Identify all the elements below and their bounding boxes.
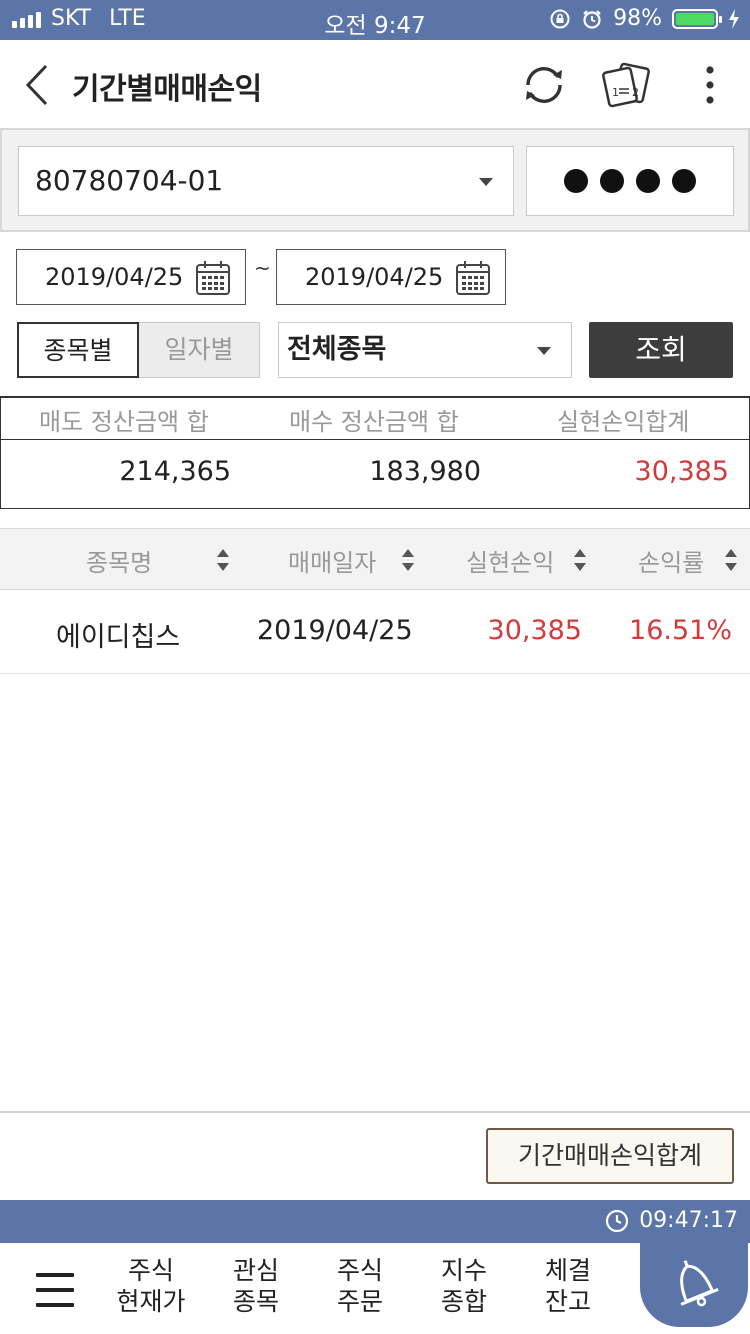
- column-header-date[interactable]: 매매일자: [288, 543, 376, 578]
- nav-item-stock-price[interactable]: 주식 현재가: [101, 1255, 201, 1317]
- date-from-field[interactable]: 2019/04/25: [16, 249, 246, 305]
- row-pnl-rate: 16.51%: [629, 615, 732, 646]
- rotation-lock-icon: [550, 9, 570, 28]
- menu-icon-bar: [36, 1288, 74, 1292]
- summary-header-row: 매도 정산금액 합 매수 정산금액 합 실현손익합계: [1, 398, 749, 440]
- app-header: 기간별매매손익 1 2: [0, 40, 750, 128]
- menu-icon-bar: [36, 1303, 74, 1307]
- clock-bar: 09:47:17: [0, 1200, 750, 1243]
- search-button[interactable]: 조회: [589, 322, 733, 378]
- row-realized-pnl: 30,385: [487, 615, 582, 646]
- nav-item-label: 잔고: [544, 1287, 591, 1316]
- nav-item-index[interactable]: 지수 종합: [414, 1255, 514, 1317]
- tab-by-date[interactable]: 일자별: [138, 322, 260, 378]
- table-header: 종목명 매매일자 실현손익 손익률: [0, 528, 750, 590]
- nav-item-watchlist[interactable]: 관심 종목: [206, 1255, 306, 1317]
- menu-icon-bar: [36, 1273, 74, 1277]
- status-bar: SKT LTE 오전 9:47 98%: [0, 0, 750, 40]
- date-from-value: 2019/04/25: [45, 263, 184, 291]
- nav-item-balance[interactable]: 체결 잔고: [518, 1255, 618, 1317]
- password-field[interactable]: [526, 146, 734, 216]
- account-select[interactable]: 80780704-01: [18, 146, 514, 216]
- menu-button[interactable]: [36, 1273, 74, 1307]
- summary-sell-total: 214,365: [119, 456, 231, 487]
- nav-item-label: 종목: [232, 1287, 279, 1316]
- back-icon: [25, 64, 48, 106]
- period-total-button[interactable]: 기간매매손익합계: [486, 1128, 734, 1184]
- sort-icon[interactable]: [724, 547, 738, 573]
- alarm-icon: [583, 9, 601, 29]
- nav-item-label: 종합: [440, 1287, 487, 1316]
- nav-item-label: 주문: [336, 1287, 383, 1316]
- row-trade-date: 2019/04/25: [257, 615, 413, 646]
- cards-icon: 1 2: [602, 62, 650, 108]
- alert-button[interactable]: [640, 1243, 748, 1327]
- date-to-value: 2019/04/25: [305, 263, 444, 291]
- summary-buy-total: 183,980: [369, 456, 481, 487]
- nav-item-stock-order[interactable]: 주식 주문: [310, 1255, 410, 1317]
- back-button[interactable]: [18, 62, 58, 108]
- calendar-icon[interactable]: [195, 260, 231, 296]
- table-row[interactable]: 에이디칩스 2019/04/25 30,385 16.51%: [0, 591, 750, 674]
- clock-time: 09:47:17: [639, 1208, 738, 1233]
- chevron-down-icon: [537, 347, 551, 355]
- battery-percent: 98%: [613, 6, 662, 31]
- column-header-pnl[interactable]: 실현손익: [466, 543, 554, 578]
- sort-icon[interactable]: [573, 547, 587, 573]
- date-range-separator: ~: [254, 256, 271, 280]
- more-vertical-icon: [706, 66, 714, 104]
- page-title: 기간별매매손익: [72, 72, 262, 107]
- summary-realized-total: 30,385: [634, 456, 729, 487]
- column-header-rate[interactable]: 손익률: [638, 543, 704, 578]
- svg-text:2: 2: [632, 86, 639, 99]
- refresh-button[interactable]: [518, 60, 570, 110]
- password-dot: [600, 169, 624, 193]
- refresh-icon: [526, 67, 562, 103]
- nav-item-label: 주식: [127, 1256, 174, 1285]
- password-dot: [672, 169, 696, 193]
- date-to-field[interactable]: 2019/04/25: [276, 249, 506, 305]
- summary-header-sell: 매도 정산금액 합: [39, 408, 209, 436]
- account-switch-button[interactable]: 1 2: [600, 60, 652, 110]
- column-header-name[interactable]: 종목명: [86, 543, 152, 578]
- charging-icon: [729, 8, 739, 29]
- nav-item-label: 주식: [336, 1256, 383, 1285]
- account-panel: 80780704-01: [0, 128, 750, 232]
- password-dot: [636, 169, 660, 193]
- nav-item-label: 체결: [544, 1256, 591, 1285]
- nav-item-label: 지수: [440, 1256, 487, 1285]
- divider: [0, 1111, 750, 1113]
- svg-text:1: 1: [612, 86, 619, 99]
- sort-icon[interactable]: [216, 547, 230, 573]
- more-button[interactable]: [690, 60, 730, 110]
- sort-icon[interactable]: [401, 547, 415, 573]
- nav-item-label: 현재가: [116, 1287, 186, 1316]
- tab-by-stock[interactable]: 종목별: [17, 322, 139, 378]
- bottom-nav: 주식 현재가 관심 종목 주식 주문 지수 종합 체결 잔고: [0, 1243, 750, 1334]
- clock-icon: [606, 1209, 629, 1232]
- nav-item-label: 관심: [232, 1256, 279, 1285]
- battery-icon: [672, 8, 722, 29]
- stock-filter-select[interactable]: 전체종목: [278, 322, 572, 378]
- chevron-down-icon: [479, 178, 493, 186]
- stock-filter-value: 전체종목: [287, 334, 387, 365]
- summary-header-realized: 실현손익합계: [557, 408, 690, 436]
- summary-table: 매도 정산금액 합 매수 정산금액 합 실현손익합계 214,365 183,9…: [0, 396, 750, 509]
- password-dot: [564, 169, 588, 193]
- calendar-icon[interactable]: [455, 260, 491, 296]
- bell-icon: [680, 1260, 719, 1307]
- account-number: 80780704-01: [35, 164, 224, 197]
- summary-header-buy: 매수 정산금액 합: [289, 408, 459, 436]
- row-stock-name: 에이디칩스: [56, 622, 181, 653]
